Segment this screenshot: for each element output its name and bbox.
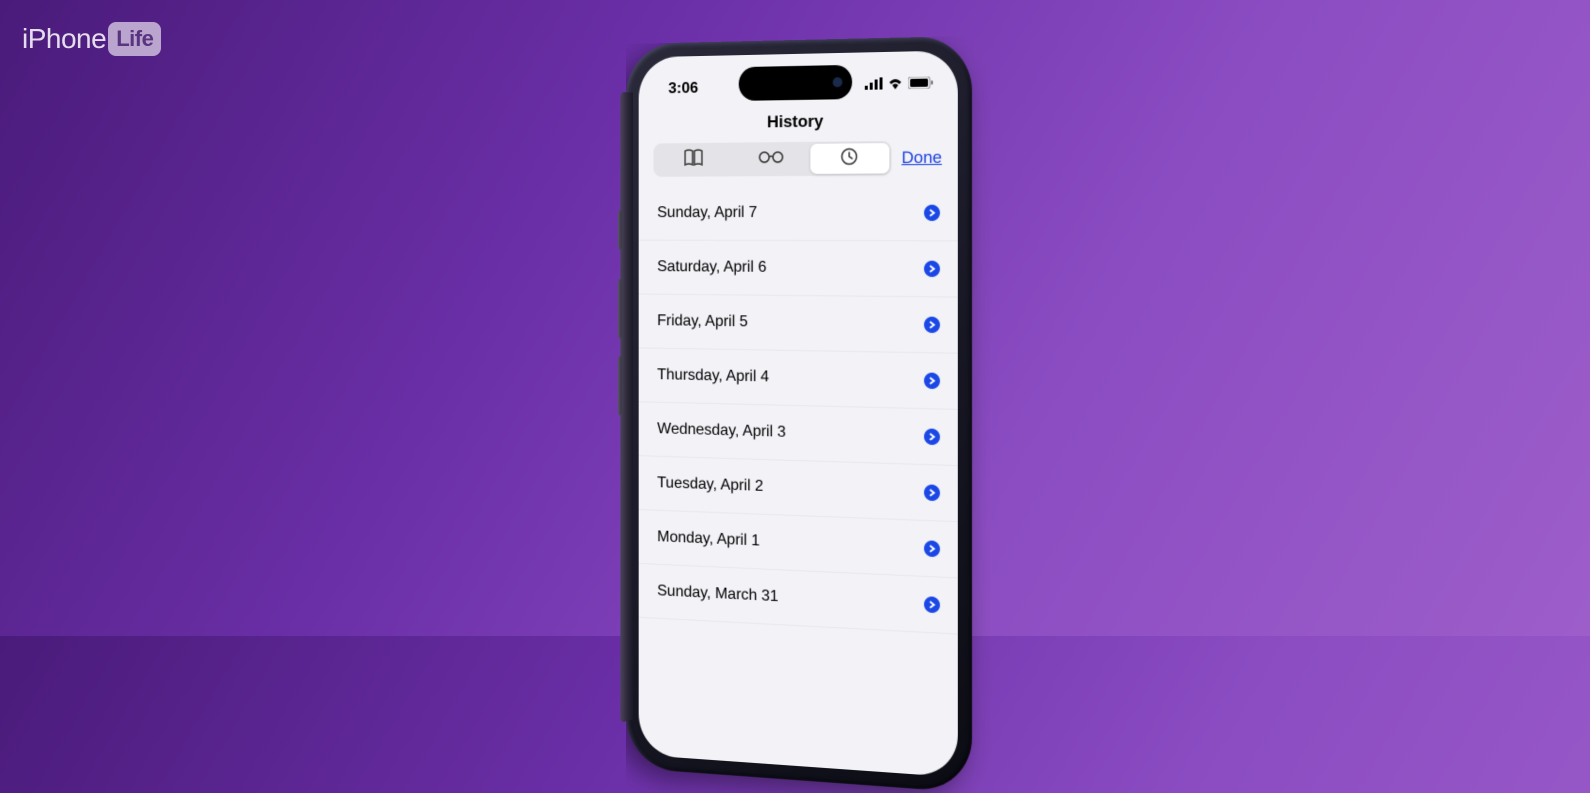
logo-text: iPhone: [22, 23, 106, 55]
history-day-label: Friday, April 5: [657, 312, 748, 331]
volume-up-button: [618, 279, 622, 338]
history-list: Sunday, April 7 Saturday, April 6 Friday…: [639, 185, 958, 634]
chevron-right-icon: [924, 261, 940, 277]
history-day-row[interactable]: Wednesday, April 3: [639, 402, 958, 466]
tab-reading-list[interactable]: [732, 144, 810, 175]
history-day-row[interactable]: Sunday, April 7: [639, 185, 958, 241]
chevron-right-icon: [924, 372, 940, 389]
chevron-right-icon: [924, 205, 940, 221]
done-button[interactable]: Done: [902, 148, 942, 169]
history-day-row[interactable]: Thursday, April 4: [639, 348, 958, 410]
phone-mockup: 3:06 History: [626, 36, 972, 793]
chevron-right-icon: [924, 540, 940, 557]
history-day-label: Sunday, April 7: [657, 204, 757, 222]
glasses-icon: [758, 150, 783, 168]
wifi-icon: [887, 76, 903, 95]
history-day-label: Wednesday, April 3: [657, 420, 786, 441]
status-time: 3:06: [668, 80, 698, 98]
chevron-right-icon: [924, 484, 940, 501]
history-day-label: Tuesday, April 2: [657, 474, 763, 495]
history-day-label: Sunday, March 31: [657, 582, 778, 606]
chevron-right-icon: [924, 428, 940, 445]
tab-bookmarks[interactable]: [655, 145, 732, 175]
history-day-label: Monday, April 1: [657, 528, 760, 550]
history-day-label: Thursday, April 4: [657, 366, 769, 386]
status-bar: 3:06: [639, 50, 958, 106]
tab-segmented-control: [653, 141, 891, 177]
tab-history[interactable]: [810, 143, 890, 174]
clock-icon: [841, 147, 859, 170]
brand-logo: iPhone Life: [22, 22, 161, 56]
mute-switch: [618, 210, 622, 249]
logo-badge: Life: [108, 22, 161, 56]
history-day-row[interactable]: Friday, April 5: [639, 294, 958, 353]
history-day-row[interactable]: Saturday, April 6: [639, 241, 958, 298]
chevron-right-icon: [924, 317, 940, 333]
battery-icon: [908, 75, 934, 94]
chevron-right-icon: [924, 596, 940, 613]
volume-down-button: [618, 356, 622, 416]
